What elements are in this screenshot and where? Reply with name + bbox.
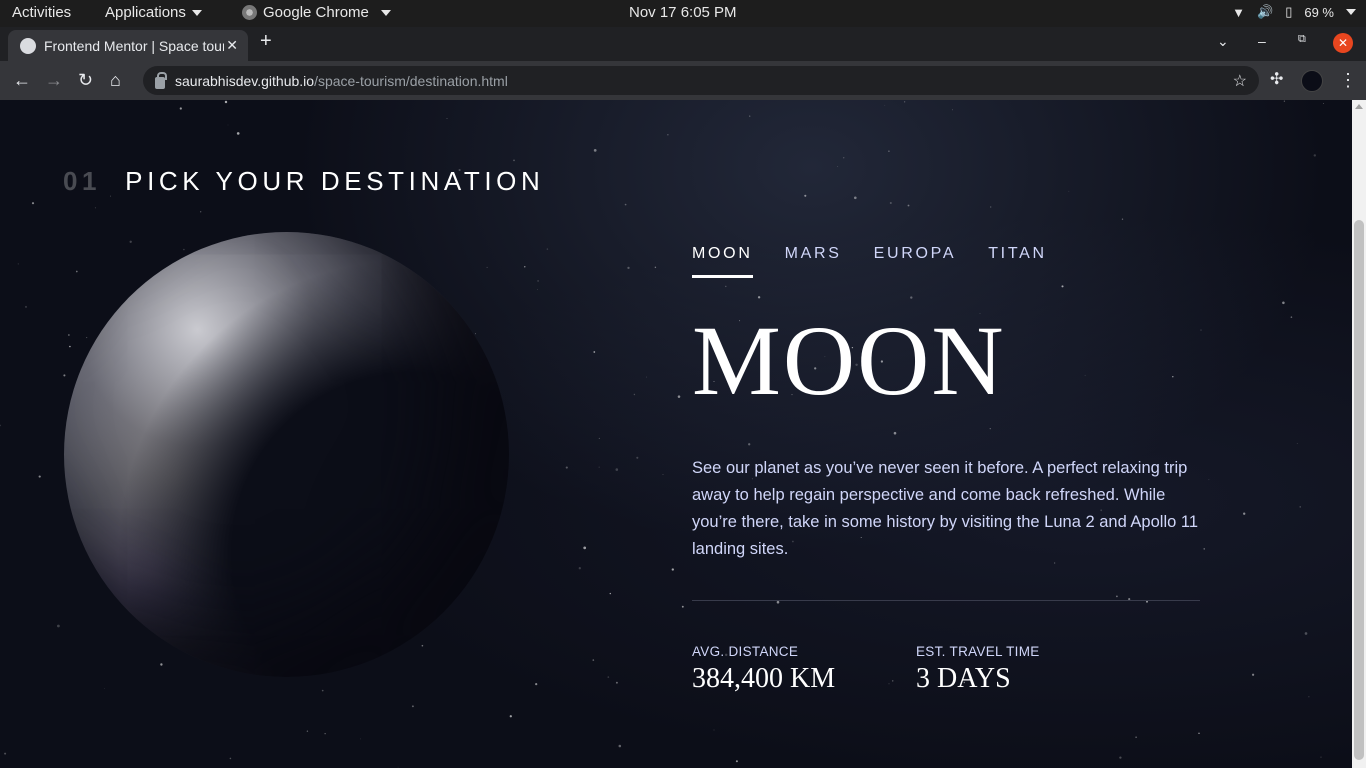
stat-travel-time: EST. TRAVEL TIME 3 DAYS [916, 644, 1040, 695]
clock[interactable]: Nov 17 6:05 PM [629, 4, 737, 21]
scroll-up-arrow-icon[interactable] [1355, 104, 1363, 109]
tab-titan[interactable]: TITAN [988, 245, 1047, 278]
browser-tab[interactable]: Frontend Mentor | Space tourism website … [8, 30, 248, 61]
profile-avatar[interactable] [1301, 70, 1323, 92]
wifi-icon: ▼ [1232, 4, 1246, 20]
battery-icon: ▯ [1285, 4, 1293, 19]
favicon-icon [20, 37, 36, 54]
chrome-icon [242, 5, 257, 20]
chevron-down-icon [191, 10, 202, 17]
new-tab-button[interactable]: + [260, 30, 272, 53]
extensions-puzzle-icon[interactable]: ✣ [1270, 70, 1283, 90]
forward-arrow-icon[interactable]: → [45, 70, 63, 90]
heading-number: 01 [63, 166, 102, 196]
volume-icon: 🔊 [1257, 4, 1274, 19]
home-icon[interactable]: ⌂ [110, 70, 121, 90]
more-menu-icon[interactable]: ⋮ [1339, 70, 1357, 90]
page-scrollbar[interactable] [1352, 100, 1366, 768]
applications-label: Applications [105, 4, 186, 21]
heading-text: PICK YOUR DESTINATION [125, 166, 545, 196]
travel-time-label: EST. TRAVEL TIME [916, 644, 1040, 659]
applications-menu[interactable]: Applications [105, 4, 202, 21]
tab-strip: Frontend Mentor | Space tourism website … [0, 27, 1366, 61]
battery-percent: 69 % [1304, 4, 1334, 20]
destination-tabs: MOON MARS EUROPA TITAN [692, 245, 1047, 278]
app-menu-chrome[interactable]: Google Chrome [242, 4, 391, 21]
minimize-button[interactable]: – [1258, 33, 1266, 49]
destination-page: 01 PICK YOUR DESTINATION MOON MARS EUROP… [0, 100, 1352, 768]
distance-label: AVG. DISTANCE [692, 644, 799, 659]
system-top-bar: Activities Applications Google Chrome No… [0, 0, 1366, 27]
destination-description: See our planet as you’ve never seen it b… [692, 459, 1198, 558]
url-host: saurabhisdev.github.io [175, 72, 315, 89]
back-arrow-icon[interactable]: ← [13, 70, 31, 90]
system-tray[interactable]: ▼ 🔊 ▯ 69 % [1232, 4, 1356, 20]
travel-time-value: 3 DAYS [916, 663, 1011, 694]
distance-value: 384,400 KM [692, 663, 836, 694]
lock-icon[interactable] [155, 71, 167, 89]
destination-name: MOON [692, 305, 1006, 416]
activities-button[interactable]: Activities [12, 4, 71, 21]
close-tab-icon[interactable]: ✕ [226, 37, 238, 54]
scrollbar-thumb[interactable] [1354, 220, 1364, 760]
tab-search-icon[interactable]: ⌄ [1217, 33, 1229, 50]
navigation-bar: ← → ↻ ⌂ saurabhisdev.github.io/space-tou… [0, 61, 1366, 100]
chevron-down-icon [380, 9, 391, 16]
stat-distance: AVG. DISTANCE 384,400 KM [692, 644, 835, 695]
app-menu-label: Google Chrome [263, 4, 369, 21]
moon-image [64, 232, 509, 677]
reload-icon[interactable]: ↻ [78, 70, 93, 90]
page-heading: 01 PICK YOUR DESTINATION [63, 166, 544, 197]
tab-moon[interactable]: MOON [692, 245, 753, 278]
tab-mars[interactable]: MARS [785, 245, 842, 278]
bookmark-star-icon[interactable]: ☆ [1233, 71, 1247, 91]
chevron-down-icon [1346, 9, 1356, 15]
tab-europa[interactable]: EUROPA [874, 245, 957, 278]
tab-title: Frontend Mentor | Space tourism website [44, 37, 224, 54]
divider [692, 600, 1200, 601]
url-path: /space-tourism/destination.html [314, 72, 508, 89]
restore-button[interactable]: ⧉ [1298, 33, 1306, 46]
address-bar[interactable]: saurabhisdev.github.io/space-tourism/des… [143, 66, 1259, 95]
window-close-button[interactable]: ✕ [1333, 33, 1353, 53]
